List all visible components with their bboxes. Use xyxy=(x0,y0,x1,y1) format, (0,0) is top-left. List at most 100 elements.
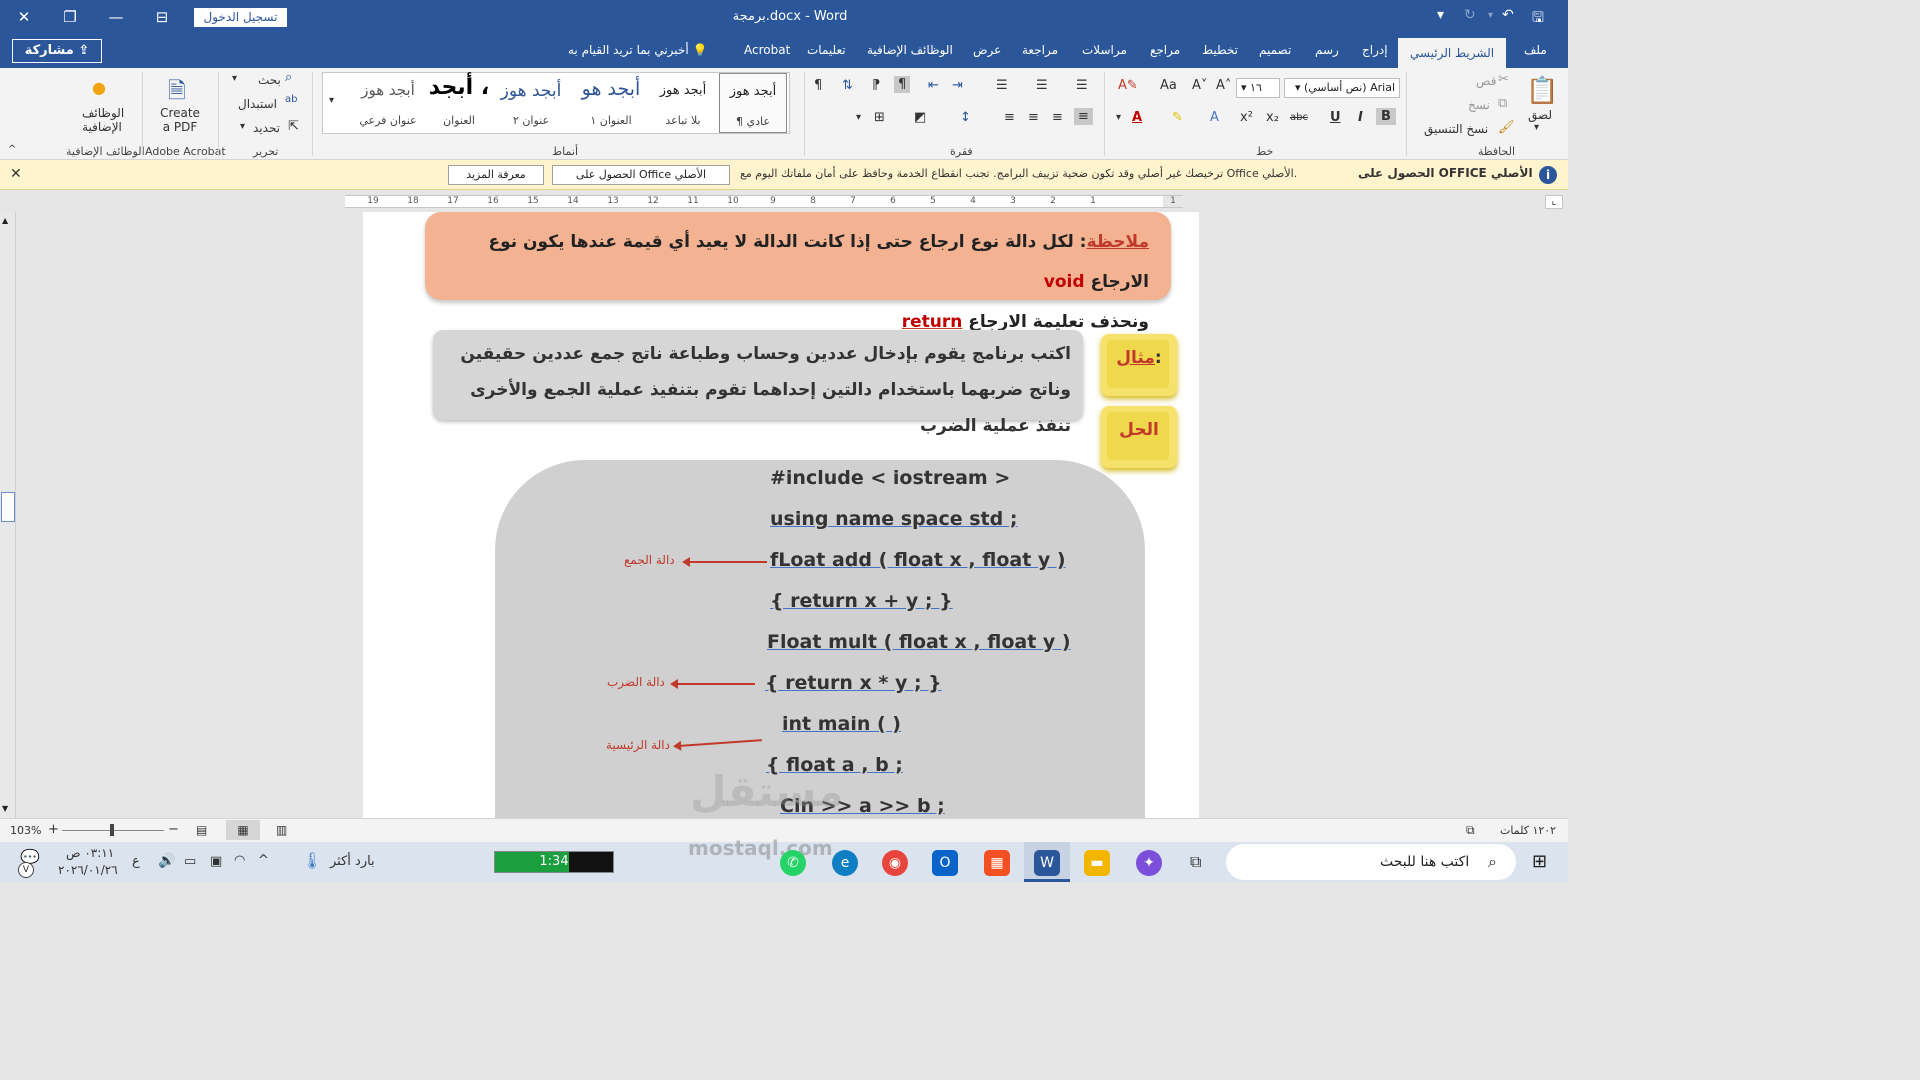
web-layout-icon[interactable]: ▤ xyxy=(196,823,207,837)
text-effects-icon[interactable]: A xyxy=(1210,110,1219,125)
tab-home[interactable]: الشريط الرئيسي xyxy=(1398,38,1506,68)
windows-start-icon[interactable]: ⊞ xyxy=(1532,851,1547,872)
close-icon[interactable]: ✕ xyxy=(10,166,22,182)
minimize-icon[interactable]: — xyxy=(102,4,130,30)
tab-help[interactable]: تعليمات xyxy=(807,43,846,57)
ribbon-display-options-icon[interactable]: ⊟ xyxy=(148,4,176,30)
font-name-box[interactable]: Arial (نص أساسي) ▾ xyxy=(1284,78,1400,98)
select-dropdown-icon[interactable]: ▾ xyxy=(240,121,245,132)
clock-date[interactable]: ٢٠٢٦/٠١/٢٦ xyxy=(58,863,118,877)
tab-file[interactable]: ملف xyxy=(1524,43,1547,57)
style-heading1[interactable]: أبجد هو العنوان ١ xyxy=(571,73,651,133)
change-case-icon[interactable]: Aa xyxy=(1160,78,1177,93)
clock-time[interactable]: ٠٣:١١ ص xyxy=(66,846,114,860)
find-dropdown-icon[interactable]: ▾ xyxy=(232,73,237,84)
increase-indent-icon[interactable]: ⇤ xyxy=(928,78,939,93)
strikethrough-icon[interactable]: abc xyxy=(1290,112,1308,123)
style-heading2[interactable]: أبجد هوز عنوان ٢ xyxy=(491,73,571,133)
chrome-icon[interactable]: ◉ xyxy=(882,850,908,876)
volume-icon[interactable]: 🔊 xyxy=(158,853,175,869)
clear-formatting-icon[interactable]: A✎ xyxy=(1118,78,1138,93)
style-normal[interactable]: أبجد هوز ¶ عادي xyxy=(719,73,787,133)
copy-button[interactable]: نسخ xyxy=(1468,98,1490,112)
zoom-out-icon[interactable]: − xyxy=(168,822,179,837)
font-color-dropdown-icon[interactable]: ▾ xyxy=(1116,112,1121,123)
show-hidden-icons[interactable]: ^ xyxy=(258,853,269,868)
find-button[interactable]: بحث xyxy=(258,73,281,87)
underline-icon[interactable]: U xyxy=(1330,110,1341,125)
font-color-icon[interactable]: A xyxy=(1132,110,1142,125)
create-pdf-button[interactable]: Create a PDF xyxy=(156,106,204,134)
tab-review[interactable]: مراجعة xyxy=(1022,43,1058,57)
restore-icon[interactable]: ❐ xyxy=(56,4,84,30)
tab-references[interactable]: مراجع xyxy=(1150,43,1180,57)
numbering-icon[interactable]: ☰ xyxy=(1036,78,1048,93)
tell-me-search[interactable]: أخبرني بما تريد القيام به 💡 xyxy=(568,43,707,57)
weather-text[interactable]: بارد أكثر xyxy=(330,854,375,869)
read-mode-icon[interactable]: ▥ xyxy=(276,823,287,837)
bullets-icon[interactable]: ☰ xyxy=(1076,78,1088,93)
scroll-up-icon[interactable]: ▲ xyxy=(2,216,8,225)
proofing-icon[interactable]: ⧉ xyxy=(1466,823,1475,838)
subscript-icon[interactable]: x₂ xyxy=(1266,110,1279,125)
outlook-icon[interactable]: O xyxy=(932,850,958,876)
copilot-icon[interactable]: ✦ xyxy=(1136,850,1162,876)
battery-icon[interactable]: ▭ xyxy=(184,854,196,869)
tab-mailings[interactable]: مراسلات xyxy=(1082,43,1127,57)
undo-icon[interactable]: ↶ xyxy=(1502,7,1514,23)
paste-button[interactable]: لصق xyxy=(1528,108,1552,122)
ltr-icon[interactable]: ¶ xyxy=(894,76,911,93)
italic-icon[interactable]: I xyxy=(1358,110,1363,125)
whatsapp-icon[interactable]: ✆ xyxy=(780,850,806,876)
share-button[interactable]: مشاركة ⇪ xyxy=(12,39,102,63)
bold-icon[interactable]: B xyxy=(1376,108,1396,125)
cut-button[interactable]: قص xyxy=(1476,74,1496,88)
edge-icon[interactable]: e xyxy=(832,850,858,876)
timer-widget[interactable]: 1:34 xyxy=(494,851,614,873)
taskbar-search[interactable]: اكتب هنا للبحث ⌕ xyxy=(1226,844,1516,880)
page[interactable]: ملاحظة: لكل دالة نوع ارجاع حتى إذا كانت … xyxy=(363,212,1199,818)
show-marks-icon[interactable]: ¶ xyxy=(814,78,822,93)
decrease-indent-icon[interactable]: ⇥ xyxy=(952,78,963,93)
format-painter-button[interactable]: نسخ التنسيق xyxy=(1424,122,1488,136)
borders-icon[interactable]: ⊞ xyxy=(874,110,885,125)
shading-icon[interactable]: ◩ xyxy=(914,110,926,125)
ruler-toggle-icon[interactable]: ⌞ xyxy=(1545,195,1563,209)
rtl-icon[interactable]: ⁋ xyxy=(872,78,880,93)
addins-button[interactable]: الوظائف الإضافية xyxy=(82,106,124,134)
style-title[interactable]: أبجد ، العنوان xyxy=(427,73,491,133)
borders-dropdown-icon[interactable]: ▾ xyxy=(856,112,861,123)
tab-layout[interactable]: تخطيط xyxy=(1202,43,1238,57)
tab-insert[interactable]: إدراج xyxy=(1362,43,1388,57)
meet-icon[interactable]: ▣ xyxy=(210,854,222,869)
tab-acrobat[interactable]: Acrobat xyxy=(744,43,790,57)
save-icon[interactable]: 🖫 xyxy=(1532,7,1544,31)
tab-addins[interactable]: الوظائف الإضافية xyxy=(867,43,953,57)
replace-button[interactable]: استبدال xyxy=(238,97,277,111)
collapse-ribbon-icon[interactable]: ^ xyxy=(8,144,16,155)
shrink-font-icon[interactable]: A˅ xyxy=(1192,78,1207,93)
line-spacing-icon[interactable]: ↕ xyxy=(960,110,971,125)
align-right-icon[interactable]: ≡ xyxy=(1074,108,1093,125)
align-left-icon[interactable]: ≡ xyxy=(1028,110,1039,125)
customize-qat-icon[interactable]: ▾ xyxy=(1437,7,1444,23)
zoom-level[interactable]: 103% xyxy=(10,824,41,837)
select-button[interactable]: تحديد xyxy=(253,121,280,135)
undo-dropdown-icon[interactable]: ▾ xyxy=(1488,10,1493,21)
center-icon[interactable]: ≡ xyxy=(1052,110,1063,125)
zoom-in-icon[interactable]: + xyxy=(48,822,59,837)
scroll-thumb[interactable] xyxy=(1,492,15,522)
get-office-button[interactable]: الحصول على Office الأصلي xyxy=(552,165,730,185)
style-no-spacing[interactable]: أبجد هوز بلا تباعد xyxy=(651,73,715,133)
paste-dropdown-icon[interactable]: ▾ xyxy=(1534,122,1539,133)
sort-icon[interactable]: ⇅ xyxy=(842,78,853,93)
addins-icon[interactable]: ● xyxy=(92,78,106,97)
zoom-slider-thumb[interactable] xyxy=(110,824,114,836)
horizontal-ruler[interactable]: 19 18 17 16 15 14 13 12 11 10 9 8 7 6 5 … xyxy=(345,195,1183,208)
learn-more-button[interactable]: معرفة المزيد xyxy=(448,165,544,185)
input-language[interactable]: ع xyxy=(132,854,140,869)
signin-button[interactable]: تسجيل الدخول xyxy=(194,8,287,27)
style-subtitle[interactable]: أبجد هوز عنوان فرعي xyxy=(349,73,427,133)
weather-icon[interactable]: 🌡 xyxy=(302,851,322,870)
grow-font-icon[interactable]: A˄ xyxy=(1216,78,1231,93)
